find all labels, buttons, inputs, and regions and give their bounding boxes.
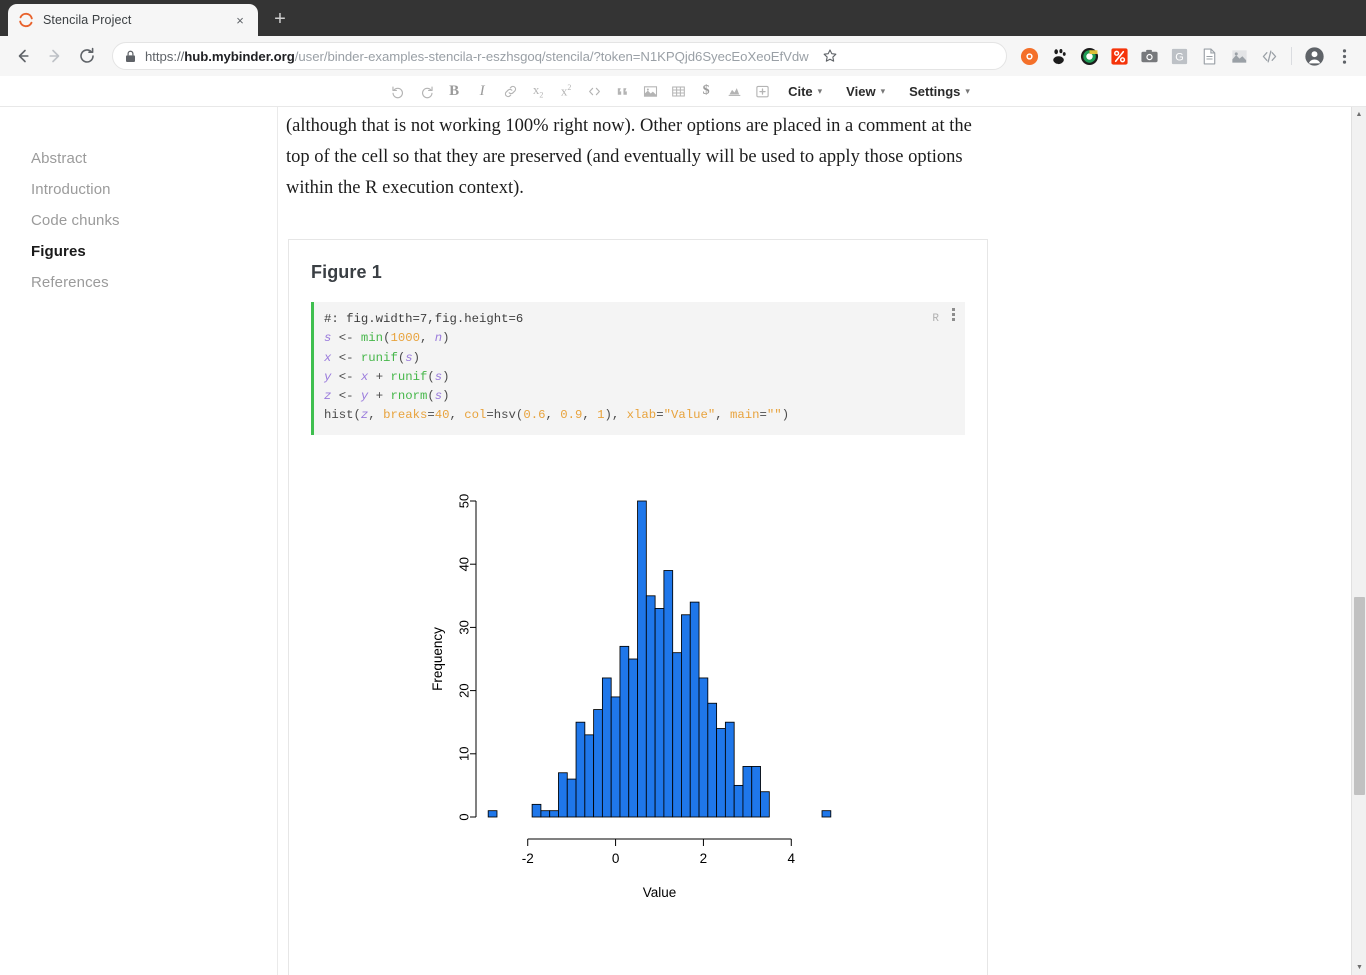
figure-plot-output: 0 10 20 30 40 50 -2 0 2 4 Value Frequency [311,487,965,957]
italic-button[interactable]: I [468,78,496,104]
document-body: (although that is not working 100% right… [278,107,1366,975]
blockquote-button[interactable] [608,78,636,104]
chevron-down-icon: ▾ [965,85,970,96]
svg-text:0: 0 [612,851,620,866]
vertical-dots-menu-icon[interactable] [952,308,955,321]
grammarly-g-extension-icon[interactable]: G [1166,43,1192,69]
inline-code-button[interactable] [580,78,608,104]
account-avatar-icon[interactable] [1301,43,1327,69]
superscript-button[interactable]: x2 [552,78,580,104]
chart-button[interactable] [720,78,748,104]
chrome-devtools-extension-icon[interactable] [1076,43,1102,69]
code-line: #: fig.width=7,fig.height=6 [324,312,524,326]
code-line: hist(z, breaks=40, col=hsv(0.6, 0.9, 1),… [324,408,790,423]
toolbar-divider [1291,47,1292,65]
browser-chrome: Stencila Project × + https://hub.mybinde… [0,0,1366,76]
document-scroll-area[interactable]: (although that is not working 100% right… [278,107,1366,975]
code-brackets-extension-icon[interactable] [1256,43,1282,69]
bookmark-star-icon[interactable] [817,43,843,69]
gnome-extension-icon[interactable] [1046,43,1072,69]
sidebar-item-figures[interactable]: Figures [0,236,277,267]
reload-button[interactable] [72,41,102,71]
sidebar-item-code-chunks[interactable]: Code chunks [0,205,277,236]
workspace: Abstract Introduction Code chunks Figure… [0,107,1366,975]
settings-menu[interactable]: Settings ▾ [897,78,982,104]
address-bar[interactable]: https://hub.mybinder.org/user/binder-exa… [112,42,1007,70]
figure-heading: Figure 1 [311,262,382,282]
chevron-down-icon: ▾ [880,85,886,96]
sidebar-item-introduction[interactable]: Introduction [0,174,277,205]
forward-button[interactable] [40,41,70,71]
view-menu-label: View [846,83,876,99]
bold-button[interactable]: B [440,78,468,104]
link-button[interactable] [496,78,524,104]
svg-text:30: 30 [457,620,472,634]
view-menu[interactable]: View ▾ [834,78,897,104]
chevron-down-icon: ▾ [817,85,823,96]
svg-text:10: 10 [457,746,472,760]
scrollbar-thumb[interactable] [1354,597,1365,795]
insert-block-button[interactable] [748,78,776,104]
image-extension-icon[interactable] [1226,43,1252,69]
tab-title: Stencila Project [43,13,132,27]
settings-menu-label: Settings [909,83,961,99]
histogram-chart: 0 10 20 30 40 50 -2 0 2 4 Value Frequency [430,494,832,900]
new-tab-button[interactable]: + [266,5,294,33]
svg-text:4: 4 [788,851,796,866]
svg-text:Frequency: Frequency [430,627,445,691]
code-line: x <- runif(s) [324,350,420,365]
table-of-contents-sidebar: Abstract Introduction Code chunks Figure… [0,107,278,975]
redo-button[interactable] [412,78,440,104]
browser-tab[interactable]: Stencila Project × [8,4,258,36]
editor-toolbar: B I x2 x2 $ Cite ▾ View ▾ Settings ▾ [0,76,1366,107]
figure-block: Figure 1 R #: fig.width=7,fig.height=6 s… [288,239,988,975]
svg-text:2: 2 [700,851,708,866]
cite-menu-label: Cite [788,83,813,99]
url-text: https://hub.mybinder.org/user/binder-exa… [145,48,809,64]
code-line: s <- min(1000, n) [324,331,450,346]
back-button[interactable] [8,41,38,71]
svg-text:Value: Value [643,885,677,900]
subscript-button[interactable]: x2 [524,78,552,104]
code-chunk[interactable]: R #: fig.width=7,fig.height=6 s <- min(1… [311,302,965,435]
svg-text:40: 40 [457,557,472,571]
three-dot-menu-icon[interactable] [1331,43,1357,69]
camera-screenshot-extension-icon[interactable] [1136,43,1162,69]
svg-text:-2: -2 [522,851,534,866]
lifebuoy-extension-icon[interactable] [1016,43,1042,69]
svg-text:20: 20 [457,683,472,697]
image-button[interactable] [636,78,664,104]
code-line: z <- y + rnorm(s) [324,389,450,404]
cite-menu[interactable]: Cite ▾ [776,78,834,104]
lock-icon [125,50,137,63]
svg-text:0: 0 [457,813,472,820]
browser-toolbar: https://hub.mybinder.org/user/binder-exa… [0,36,1366,76]
body-paragraph: (although that is not working 100% right… [286,116,972,198]
sidebar-item-references[interactable]: References [0,267,277,298]
scroll-down-arrow-icon[interactable]: ▼ [1352,960,1366,975]
vertical-scrollbar[interactable]: ▲ ▼ [1351,107,1366,975]
close-icon[interactable]: × [232,12,248,28]
sidebar-item-abstract[interactable]: Abstract [0,143,277,174]
code-chunk-language-label: R [932,313,939,325]
code-line: y <- x + runif(s) [324,369,450,384]
svg-text:50: 50 [457,494,472,508]
tab-strip: Stencila Project × + [0,0,1366,36]
table-button[interactable] [664,78,692,104]
document-extension-icon[interactable] [1196,43,1222,69]
stencila-logo-icon [18,12,34,28]
undo-button[interactable] [384,78,412,104]
percent-extension-icon[interactable] [1106,43,1132,69]
stencila-app: B I x2 x2 $ Cite ▾ View ▾ Settings ▾ Abs… [0,76,1366,975]
scroll-up-arrow-icon[interactable]: ▲ [1352,107,1366,122]
math-button[interactable]: $ [692,78,720,104]
svg-text:G: G [1175,51,1183,63]
